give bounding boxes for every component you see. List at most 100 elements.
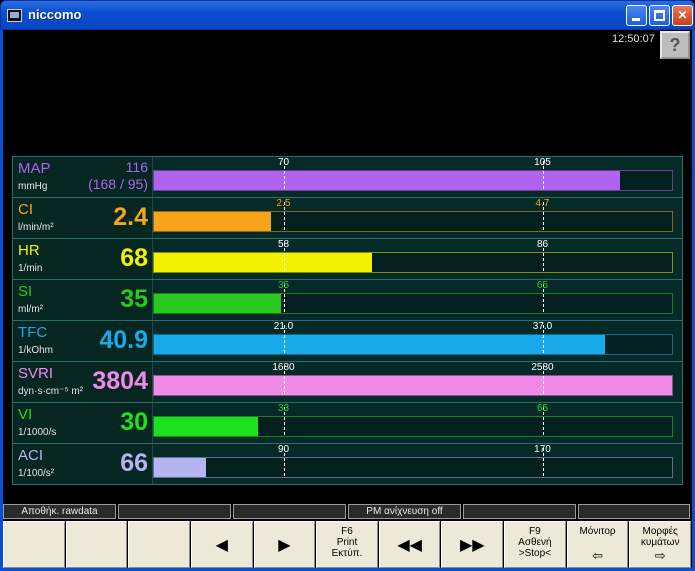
double-left-arrow-icon: ◀◀ [397,536,422,554]
param-row-vi: VI 1/1000/s 30 33 65 [13,403,682,444]
status-cell [233,504,346,519]
param-row-ci: CI l/min/m² 2.4 2.5 4.7 [13,198,682,239]
threshold-label: 86 [536,239,549,250]
waveforms-button[interactable]: Μορφές κυμάτων ⇨ [629,521,691,568]
param-label-cell: SI ml/m² 35 [13,280,153,320]
param-value: 116 [125,159,148,175]
threshold-label: 1680 [272,362,295,373]
threshold-label: 70 [277,157,290,168]
param-value: 30 [120,408,148,436]
param-bar-fill [154,335,605,354]
threshold-label: 37.0 [532,321,553,332]
fkey-label: Μορφές κυμάτων [640,526,680,548]
param-unit: ml/m² [18,304,43,315]
param-name: TFC [18,324,48,341]
param-row-hr: HR 1/min 68 58 86 [13,239,682,280]
param-bar-track: 70 105 [153,157,673,191]
param-value: 35 [120,285,148,313]
right-outline-arrow-icon: ⇨ [654,548,666,563]
minimize-button[interactable] [626,5,647,26]
fkey-blank-2[interactable] [65,521,128,568]
fast-forward-button[interactable]: ▶▶ [441,521,504,568]
param-unit: l/min/m² [18,222,54,233]
threshold-label: 65 [536,280,549,291]
param-bar-fill [154,376,672,395]
param-bar-fill [154,294,281,313]
param-bar-track: 58 86 [153,239,673,273]
param-unit: mmHg [18,181,48,192]
param-name: SVRI [18,365,54,382]
next-button[interactable]: ▶ [253,521,316,568]
param-value: 68 [120,244,148,272]
status-cell: PM ανίχνευση off [348,504,461,519]
fkey-label: Μόνιτορ [579,526,616,537]
threshold-label: 105 [534,157,551,168]
param-bar-track: 1680 2580 [153,362,673,396]
param-name: MAP [18,160,51,177]
parameters-panel: MAP mmHg 116 (168 / 95) 70 105 CI l/min/m² 2.4 2.… [12,156,683,485]
threshold-label: 58 [277,239,290,250]
param-name: CI [18,201,33,218]
threshold-label: 35 [277,280,290,291]
threshold-label: 90 [277,444,290,455]
patient-stop-button[interactable]: F9 Ασθενή >Stop< [504,521,566,568]
fkey-blank-3[interactable] [128,521,190,568]
threshold-label: 4.7 [535,198,550,209]
threshold-label: 65 [536,403,549,414]
monitor-button[interactable]: Μόνιτορ ⇦ [566,521,629,568]
param-bar-fill [154,212,271,231]
param-bar-track: 35 65 [153,280,673,314]
param-unit: dyn·s·cm⁻⁵ m² [18,386,83,397]
param-unit: 1/kOhm [18,345,54,356]
fkey-label: F6 Print Εκτύπ. [331,526,363,559]
threshold-label: 33 [277,403,290,414]
param-bar-fill [154,417,258,436]
param-unit: 1/min [18,263,43,274]
param-bar-fill [154,253,372,272]
param-row-svri: SVRI dyn·s·cm⁻⁵ m² 3804 1680 2580 [13,362,682,403]
app-icon [7,9,22,22]
threshold-label: 2580 [531,362,554,373]
param-bar-fill [154,458,206,477]
threshold-label: 2.5 [276,198,291,209]
maximize-button[interactable] [649,5,670,26]
rewind-button[interactable]: ◀◀ [378,521,441,568]
param-label-cell: HR 1/min 68 [13,239,153,279]
param-subvalue: (168 / 95) [88,176,148,192]
maximize-icon [654,10,665,21]
param-bar-track: 90 170 [153,444,673,478]
param-bar-track: 21.0 37.0 [153,321,673,355]
double-right-arrow-icon: ▶▶ [459,536,485,554]
param-label-cell: MAP mmHg 116 (168 / 95) [13,157,153,197]
prev-button[interactable]: ◀ [190,521,253,568]
status-cell [578,504,690,519]
left-outline-arrow-icon: ⇦ [592,548,603,563]
threshold-label: 21.0 [273,321,294,332]
param-label-cell: ACI 1/100/s² 66 [13,444,153,484]
print-button[interactable]: F6 Print Εκτύπ. [316,521,378,568]
param-value: 3804 [92,367,148,395]
minimize-icon [632,18,640,21]
window-title: niccomo [28,7,82,22]
param-bar-track: 33 65 [153,403,673,437]
param-value: 40.9 [99,326,148,354]
right-arrow-icon: ▶ [278,536,291,554]
param-bar-fill [154,171,621,190]
param-name: HR [18,242,40,259]
fkey-blank-1[interactable] [3,521,65,568]
function-key-bar: ◀ ▶ F6 Print Εκτύπ. ◀◀ ▶▶ F9 Ασθενή >Stop< Μόν… [3,521,692,568]
param-name: ACI [18,447,44,464]
param-label-cell: SVRI dyn·s·cm⁻⁵ m² 3804 [13,362,153,402]
status-cell: Αποθήκ. rawdata [3,504,116,519]
left-arrow-icon: ◀ [215,536,228,554]
param-row-map: MAP mmHg 116 (168 / 95) 70 105 [13,157,682,198]
clock: 12:50:07 [612,33,655,45]
threshold-label: 170 [534,444,551,455]
title-bar: niccomo ✕ [0,0,695,30]
close-button[interactable]: ✕ [672,5,693,26]
help-button[interactable]: ? [660,31,690,59]
param-unit: 1/100/s² [18,468,55,479]
param-row-aci: ACI 1/100/s² 66 90 170 [13,444,682,485]
param-name: VI [18,406,33,423]
param-row-si: SI ml/m² 35 35 65 [13,280,682,321]
